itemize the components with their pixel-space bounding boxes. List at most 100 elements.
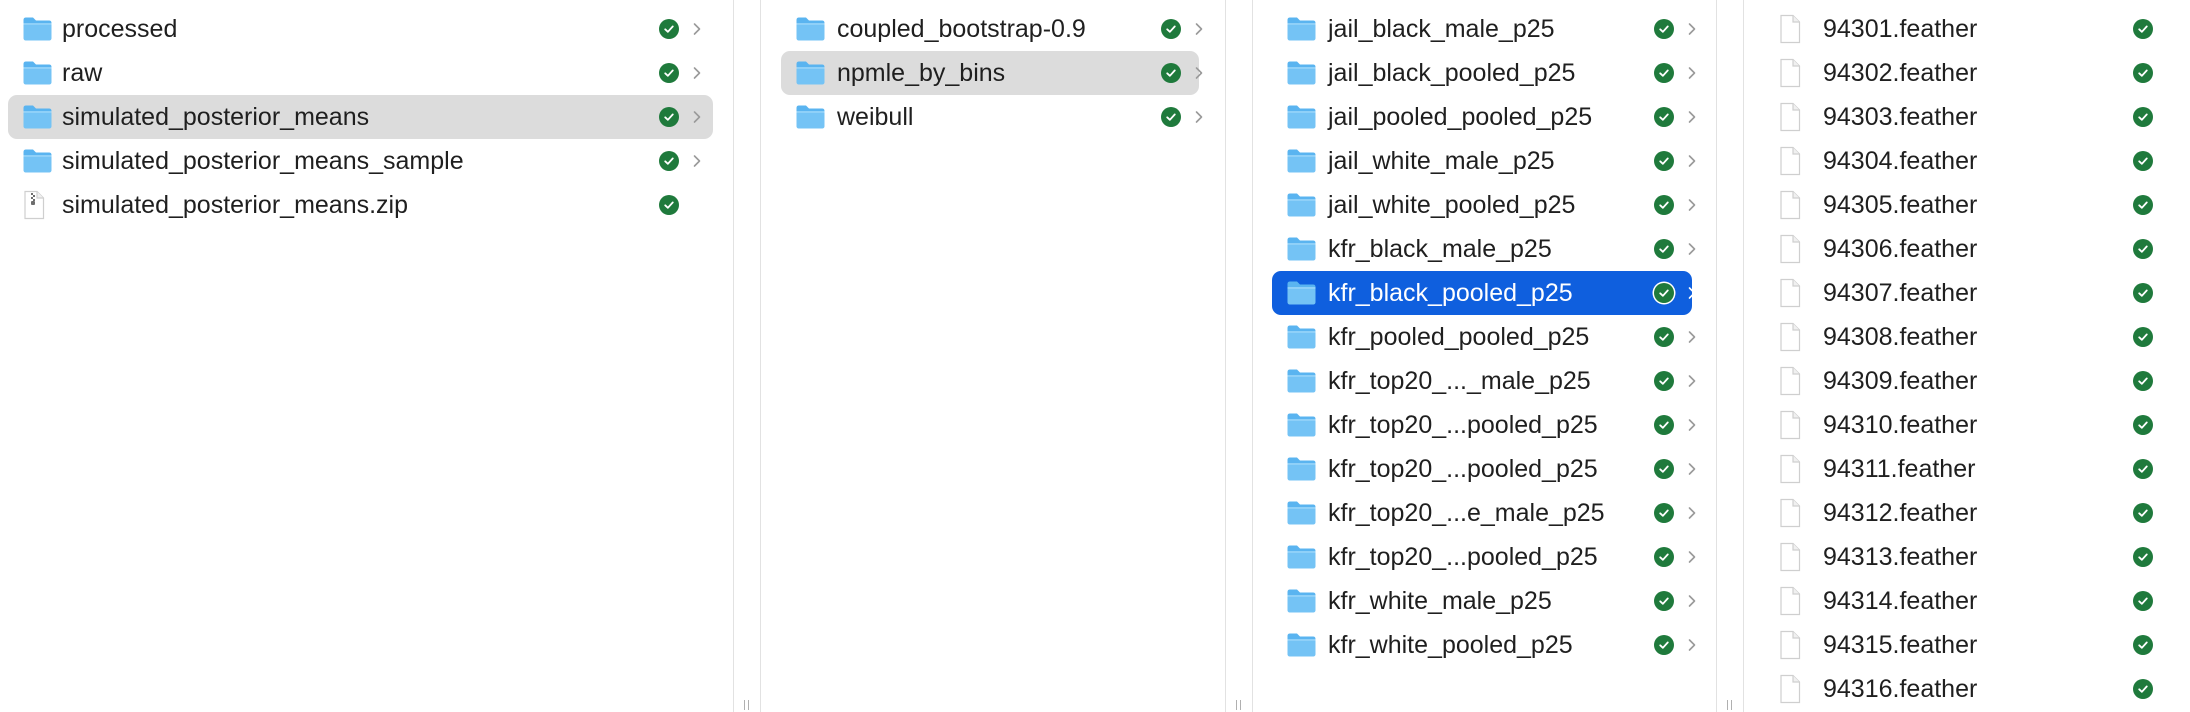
chevron-right-icon <box>1687 637 1697 653</box>
folder-row[interactable]: coupled_bootstrap-0.9 <box>781 7 1203 51</box>
file-row[interactable]: 94303.feather <box>1744 95 2184 139</box>
file-row[interactable]: 94316.feather <box>1744 667 2184 711</box>
item-name: kfr_white_pooled_p25 <box>1328 631 1573 659</box>
folder-row[interactable]: kfr_white_pooled_p25 <box>1272 623 1696 667</box>
column-divider-2[interactable] <box>1225 0 1253 712</box>
sync-status-icon <box>1654 635 1674 655</box>
file-row[interactable]: 94304.feather <box>1744 139 2184 183</box>
folder-icon <box>1287 501 1316 525</box>
checkmark-icon <box>1659 597 1669 605</box>
file-row[interactable]: 94302.feather <box>1744 51 2184 95</box>
checkmark-icon <box>2138 553 2148 561</box>
checkmark-icon <box>2138 245 2148 253</box>
folder-row[interactable]: simulated_posterior_means <box>8 95 713 139</box>
checkmark-icon <box>664 113 674 121</box>
item-name: 94302.feather <box>1823 59 1978 87</box>
folder-icon <box>1287 369 1316 393</box>
chevron-right-icon <box>1687 593 1697 609</box>
file-row[interactable]: 94310.feather <box>1744 403 2184 447</box>
sync-status-icon <box>2133 239 2153 259</box>
folder-row[interactable]: jail_white_male_p25 <box>1272 139 1696 183</box>
column-divider-1[interactable] <box>733 0 761 712</box>
file-row[interactable]: 94301.feather <box>1744 7 2184 51</box>
file-row[interactable]: 94306.feather <box>1744 227 2184 271</box>
sync-status-icon <box>1654 283 1674 303</box>
folder-row[interactable]: npmle_by_bins <box>781 51 1203 95</box>
file-row[interactable]: simulated_posterior_means.zip <box>8 183 713 227</box>
folder-icon <box>1287 105 1316 129</box>
file-row[interactable]: 94307.feather <box>1744 271 2184 315</box>
file-row[interactable]: 94313.feather <box>1744 535 2184 579</box>
folder-row[interactable]: kfr_black_male_p25 <box>1272 227 1696 271</box>
folder-row[interactable]: kfr_white_male_p25 <box>1272 579 1696 623</box>
checkmark-icon <box>1659 201 1669 209</box>
checkmark-icon <box>1659 465 1669 473</box>
item-name: raw <box>62 59 103 87</box>
chevron-right-icon <box>1687 153 1697 169</box>
file-row[interactable]: 94311.feather <box>1744 447 2184 491</box>
folder-row[interactable]: raw <box>8 51 713 95</box>
finder-column-3[interactable]: jail_black_male_p25 jail_black_pooled_p2… <box>1252 0 1716 712</box>
checkmark-icon <box>2138 597 2148 605</box>
folder-row[interactable]: kfr_black_pooled_p25 <box>1272 271 1696 315</box>
chevron-right-icon <box>1687 461 1697 477</box>
file-row[interactable]: 94312.feather <box>1744 491 2184 535</box>
document-icon <box>1780 58 1801 88</box>
chevron-right-icon <box>1687 417 1697 433</box>
folder-row[interactable]: simulated_posterior_means_sample <box>8 139 713 183</box>
document-icon <box>1780 102 1801 132</box>
sync-status-icon <box>1654 459 1674 479</box>
chevron-right-icon <box>1687 241 1697 257</box>
checkmark-icon <box>2138 333 2148 341</box>
checkmark-icon <box>1166 69 1176 77</box>
folder-row[interactable]: kfr_top20_...pooled_p25 <box>1272 403 1696 447</box>
file-row[interactable]: 94315.feather <box>1744 623 2184 667</box>
checkmark-icon <box>1659 25 1669 33</box>
file-row[interactable]: 94305.feather <box>1744 183 2184 227</box>
sync-status-icon <box>659 19 679 39</box>
resize-handle[interactable] <box>743 700 751 710</box>
folder-row[interactable]: kfr_top20_...e_male_p25 <box>1272 491 1696 535</box>
sync-status-icon <box>1654 195 1674 215</box>
folder-icon <box>796 105 825 129</box>
finder-column-2[interactable]: coupled_bootstrap-0.9 npmle_by_bins weib… <box>761 0 1225 712</box>
sync-status-icon <box>659 107 679 127</box>
sync-status-icon <box>1654 239 1674 259</box>
folder-row[interactable]: jail_white_pooled_p25 <box>1272 183 1696 227</box>
checkmark-icon <box>664 201 674 209</box>
checkmark-icon <box>1659 553 1669 561</box>
folder-row[interactable]: kfr_top20_..._male_p25 <box>1272 359 1696 403</box>
file-row[interactable]: 94308.feather <box>1744 315 2184 359</box>
item-name: kfr_top20_..._male_p25 <box>1328 367 1591 395</box>
sync-status-icon <box>1654 151 1674 171</box>
folder-row[interactable]: processed <box>8 7 713 51</box>
sync-status-icon <box>1654 371 1674 391</box>
sync-status-icon <box>1654 503 1674 523</box>
file-row[interactable]: 94314.feather <box>1744 579 2184 623</box>
finder-column-4[interactable]: 94301.feather 94302.feather 94303.feathe… <box>1744 0 2190 712</box>
checkmark-icon <box>2138 421 2148 429</box>
folder-row[interactable]: kfr_top20_...pooled_p25 <box>1272 535 1696 579</box>
resize-handle[interactable] <box>1726 700 1734 710</box>
sync-status-icon <box>2133 371 2153 391</box>
sync-status-icon <box>1161 63 1181 83</box>
finder-column-1[interactable]: processed raw simulated_posterior_means … <box>0 0 733 712</box>
folder-row[interactable]: kfr_top20_...pooled_p25 <box>1272 447 1696 491</box>
item-name: simulated_posterior_means.zip <box>62 191 409 219</box>
folder-row[interactable]: jail_pooled_pooled_p25 <box>1272 95 1696 139</box>
folder-icon <box>1287 149 1316 173</box>
folder-row[interactable]: weibull <box>781 95 1203 139</box>
chevron-right-icon <box>692 21 702 37</box>
chevron-right-icon <box>1687 549 1697 565</box>
folder-row[interactable]: kfr_pooled_pooled_p25 <box>1272 315 1696 359</box>
column-divider-3[interactable] <box>1716 0 1744 712</box>
folder-row[interactable]: jail_black_pooled_p25 <box>1272 51 1696 95</box>
document-icon <box>1780 630 1801 660</box>
file-row[interactable]: 94309.feather <box>1744 359 2184 403</box>
document-icon <box>1780 234 1801 264</box>
item-name: 94309.feather <box>1823 367 1978 395</box>
folder-row[interactable]: jail_black_male_p25 <box>1272 7 1696 51</box>
checkmark-icon <box>1659 421 1669 429</box>
resize-handle[interactable] <box>1235 700 1243 710</box>
checkmark-icon <box>1659 641 1669 649</box>
